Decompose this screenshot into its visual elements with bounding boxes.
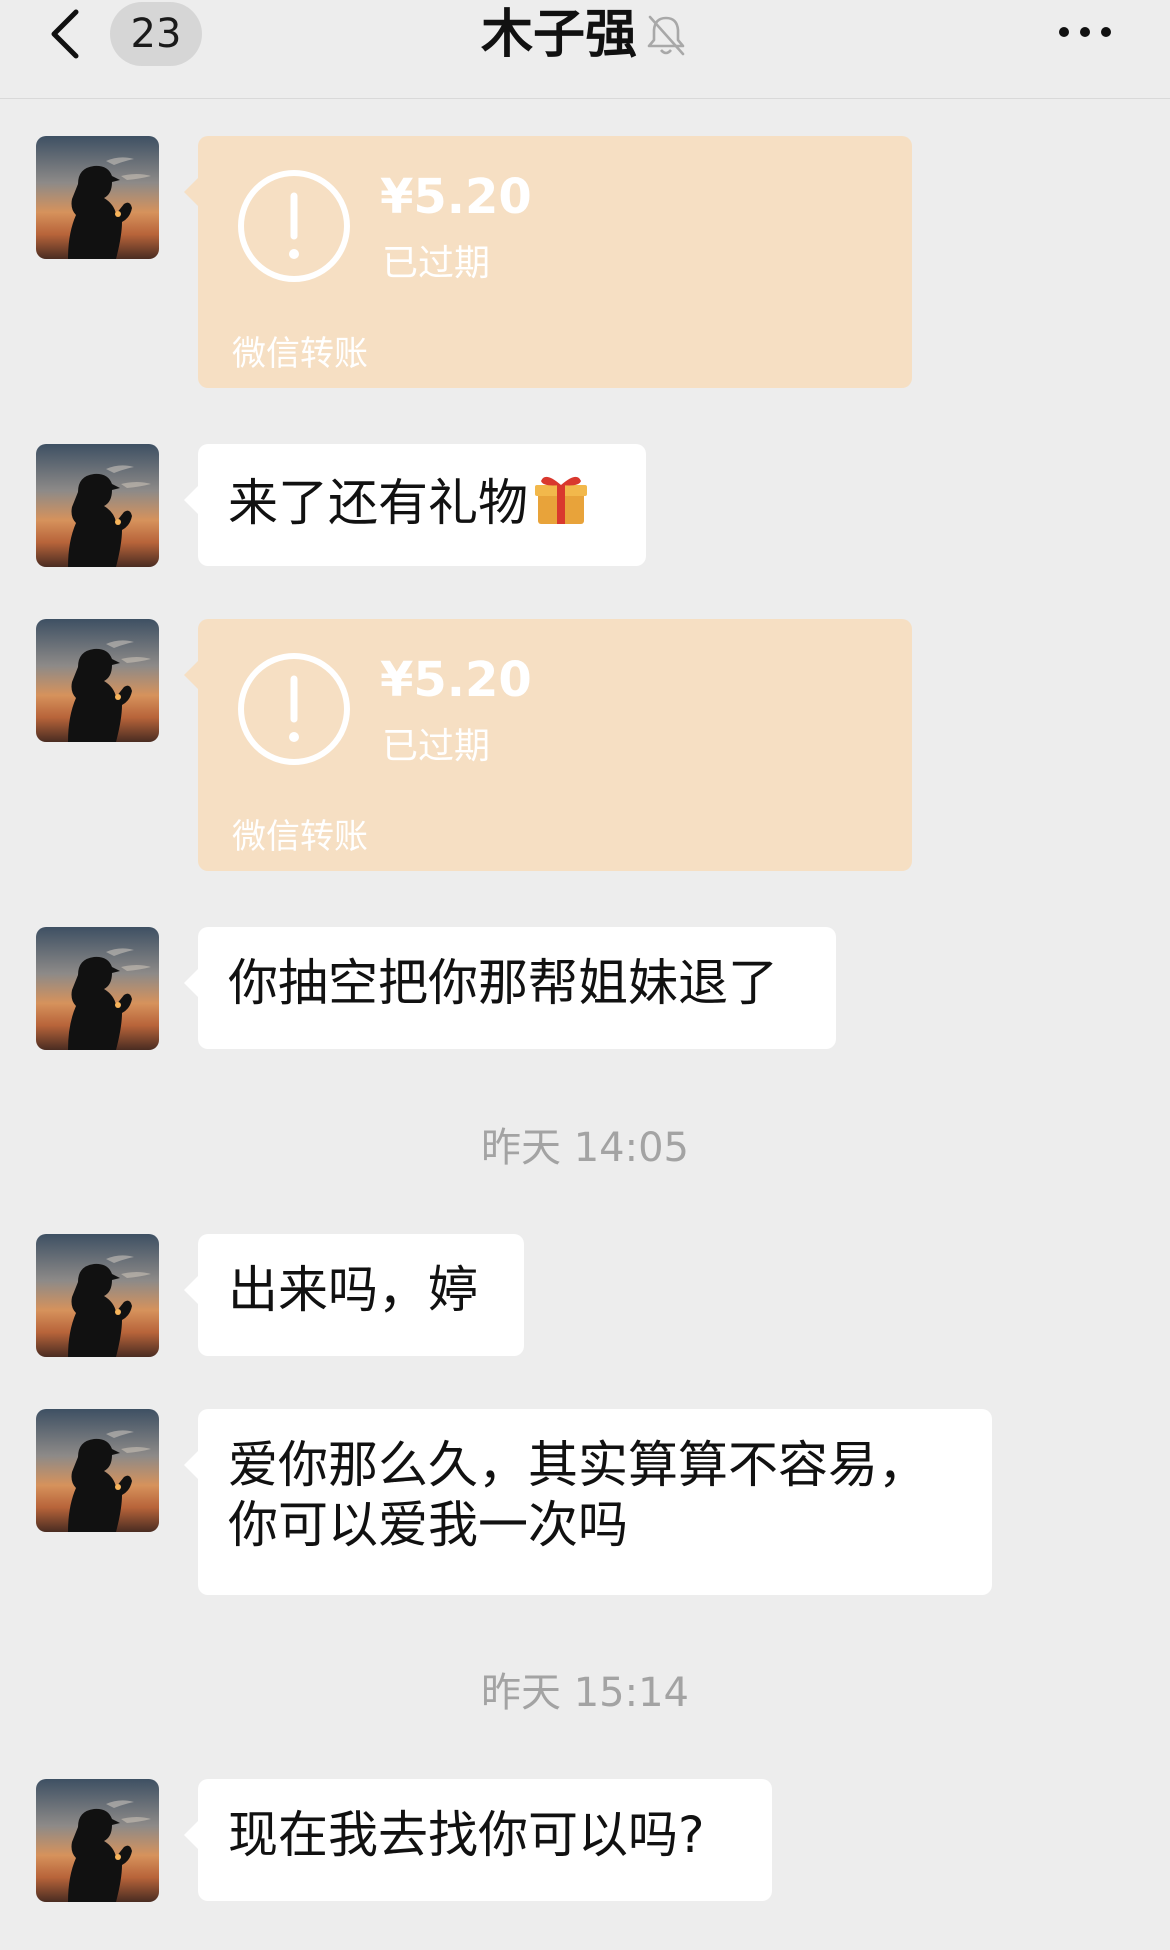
avatar[interactable] [36,1234,159,1357]
message-text: 你抽空把你那帮姐妹退了 [228,954,778,1012]
message-bubble[interactable]: 现在我去找你可以吗? [184,1779,772,1901]
avatar[interactable] [36,1779,159,1902]
transfer-source-label: 微信转账 [232,817,368,857]
avatar[interactable] [36,619,159,742]
transfer-source-label: 微信转账 [232,334,368,374]
exclamation-circle-icon [238,653,350,765]
message-bubble[interactable]: 出来吗，婷 [184,1234,524,1356]
exclamation-circle-icon [238,170,350,282]
transfer-status: 已过期 [382,726,491,767]
gift-icon [532,470,590,528]
transfer-status: 已过期 [382,243,491,284]
more-button[interactable] [1050,12,1120,52]
title-area: 木子强 [0,0,1170,70]
transfer-amount: ¥5.20 [380,652,532,708]
avatar[interactable] [36,444,159,567]
time-separator: 昨天 15:14 [481,1670,689,1716]
message-text: 来了还有礼物 [228,470,616,533]
chat-title: 木子强 [480,5,637,65]
transfer-card[interactable]: ¥5.20 已过期 微信转账 [184,136,912,388]
chat-header: 23 木子强 [0,0,1170,99]
avatar[interactable] [36,1409,159,1532]
avatar[interactable] [36,927,159,1050]
message-text: 现在我去找你可以吗? [228,1806,705,1864]
message-bubble[interactable]: 你抽空把你那帮姐妹退了 [184,927,836,1049]
message-bubble[interactable]: 来了还有礼物 [184,444,646,566]
message-text-line: 你可以爱我一次吗 [228,1496,628,1554]
message-text: 出来吗，婷 [228,1261,478,1319]
message-text-line: 爱你那么久，其实算算不容易， [228,1436,928,1494]
more-horizontal-icon [1059,27,1111,37]
message-bubble[interactable]: 爱你那么久，其实算算不容易， 你可以爱我一次吗 [184,1409,992,1595]
avatar[interactable] [36,136,159,259]
bell-off-icon [643,12,689,58]
transfer-amount: ¥5.20 [380,169,532,225]
time-separator: 昨天 14:05 [481,1125,689,1171]
transfer-card[interactable]: ¥5.20 已过期 微信转账 [184,619,912,871]
